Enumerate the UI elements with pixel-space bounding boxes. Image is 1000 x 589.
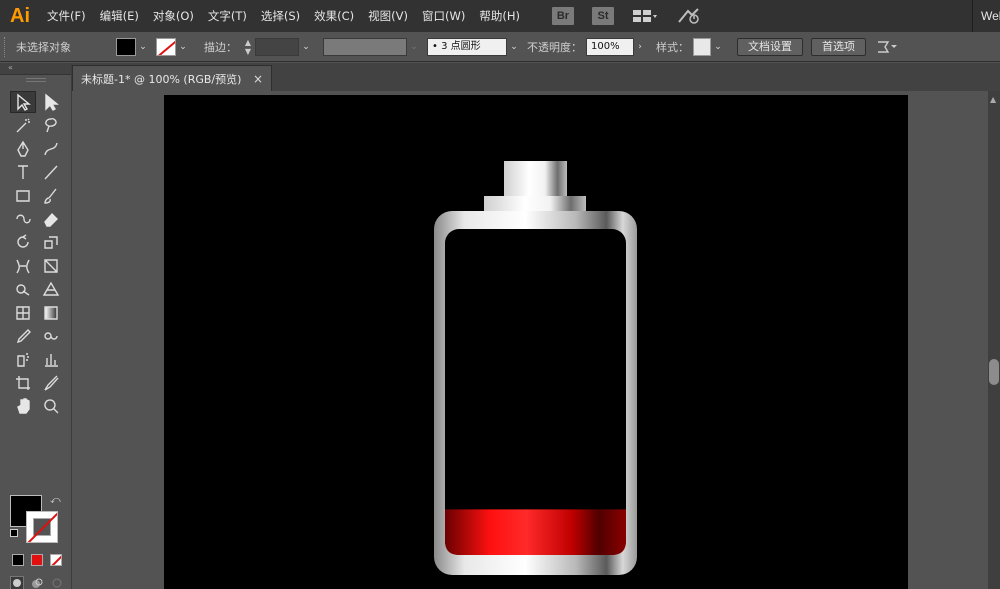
stroke-weight-stepper[interactable]: ▲ ▼: [241, 38, 255, 56]
perspective-grid-tool[interactable]: [38, 278, 64, 300]
gpu-performance-icon[interactable]: [676, 7, 702, 25]
battery-charge-level[interactable]: [445, 509, 626, 555]
draw-normal-icon[interactable]: [10, 576, 24, 589]
preferences-button[interactable]: 首选项: [811, 37, 866, 56]
menu-item-4[interactable]: 选择(S): [254, 0, 307, 32]
paintbrush-tool[interactable]: [38, 185, 64, 207]
rectangle-tool[interactable]: [10, 185, 36, 207]
default-colors-icon[interactable]: [10, 529, 18, 537]
tools-panel: « ⤺: [0, 63, 72, 589]
stock-button[interactable]: St: [591, 7, 614, 25]
zoom-tool[interactable]: [38, 395, 64, 417]
symbol-sprayer-tool[interactable]: [10, 348, 36, 370]
chevron-down-icon[interactable]: ⌄: [507, 38, 521, 56]
canvas-area[interactable]: [72, 91, 988, 589]
blend-tool[interactable]: [38, 325, 64, 347]
vertical-scrollbar[interactable]: ▲: [988, 91, 1000, 589]
scrollbar-thumb[interactable]: [989, 359, 999, 385]
free-transform-tool[interactable]: [38, 255, 64, 277]
color-mode-button[interactable]: [12, 554, 24, 566]
tab-document[interactable]: 未标题-1* @ 100% (RGB/预览) ×: [72, 65, 272, 91]
chevron-right-icon[interactable]: ›: [634, 38, 646, 56]
menu-item-7[interactable]: 窗口(W): [415, 0, 472, 32]
battery-interior[interactable]: [445, 229, 626, 555]
lasso-tool[interactable]: [38, 114, 64, 136]
chevron-down-icon[interactable]: ⌄: [299, 38, 313, 56]
line-segment-tool[interactable]: [38, 161, 64, 183]
stroke-swatch[interactable]: [156, 37, 176, 56]
swap-fill-stroke-icon[interactable]: ⤺: [50, 495, 61, 506]
slice-tool[interactable]: [38, 372, 64, 394]
eyedropper-tool[interactable]: [10, 325, 36, 347]
pen-tool[interactable]: [10, 138, 36, 160]
gradient-mode-button[interactable]: [31, 554, 43, 566]
app-logo: Ai: [10, 4, 30, 27]
curvature-tool[interactable]: [38, 138, 64, 160]
panel-grip[interactable]: [4, 36, 10, 57]
tools-panel-header[interactable]: «: [0, 63, 71, 75]
battery-terminal-top[interactable]: [504, 161, 567, 197]
draw-inside-icon[interactable]: [50, 576, 64, 589]
menu-bar: Ai 文件(F) 编辑(E) 对象(O) 文字(T) 选择(S) 效果(C) 视图(V) 窗口…: [0, 0, 1000, 32]
artboard-tool[interactable]: [10, 372, 36, 394]
width-tool[interactable]: [10, 255, 36, 277]
menu-item-3[interactable]: 文字(T): [201, 0, 254, 32]
arrange-documents-icon[interactable]: [632, 8, 658, 24]
control-bar: 未选择对象 ⌄ ⌄ 描边： ▲ ▼ ⌄ ⌄ • 3 点圆形 ⌄ 不透明度： 100…: [0, 32, 1000, 62]
menu-item-5[interactable]: 效果(C): [307, 0, 361, 32]
chevron-down-icon[interactable]: ⌄: [407, 38, 421, 56]
opacity-label: 不透明度：: [527, 40, 582, 54]
workspace-switcher[interactable]: Web: [972, 0, 1000, 32]
variable-width-profile[interactable]: [323, 37, 407, 56]
mesh-tool[interactable]: [10, 302, 36, 324]
panel-grip[interactable]: [26, 78, 46, 82]
collapse-icon[interactable]: «: [8, 63, 13, 72]
bridge-button[interactable]: Br: [551, 7, 574, 25]
none-mode-button[interactable]: [50, 554, 62, 566]
tab-title: 未标题-1* @ 100% (RGB/预览): [81, 72, 242, 86]
type-tool[interactable]: [10, 161, 36, 183]
menu-item-2[interactable]: 对象(O): [146, 0, 201, 32]
direct-selection-tool[interactable]: [38, 91, 64, 113]
style-label: 样式：: [656, 40, 689, 54]
scale-tool[interactable]: [38, 231, 64, 253]
opacity-field[interactable]: 100%: [586, 37, 634, 56]
menu-item-0[interactable]: 文件(F): [40, 0, 93, 32]
shape-builder-tool[interactable]: [10, 278, 36, 300]
eraser-tool[interactable]: [38, 208, 64, 230]
stroke-color-box[interactable]: [26, 511, 58, 543]
fill-swatch[interactable]: [116, 37, 136, 56]
column-graph-tool[interactable]: [38, 348, 64, 370]
hand-tool[interactable]: [10, 395, 36, 417]
battery-terminal-base[interactable]: [484, 196, 586, 212]
stroke-label: 描边：: [204, 40, 237, 54]
chevron-down-icon[interactable]: ⌄: [711, 38, 725, 56]
chevron-down-icon[interactable]: ⌄: [176, 38, 190, 56]
close-icon[interactable]: ×: [253, 72, 263, 86]
artboard[interactable]: [164, 95, 908, 589]
brush-definition[interactable]: • 3 点圆形: [427, 37, 507, 56]
battery-artwork[interactable]: [164, 95, 908, 589]
graphic-style-swatch[interactable]: [693, 37, 711, 56]
document-setup-button[interactable]: 文档设置: [737, 37, 803, 56]
menu-item-6[interactable]: 视图(V): [361, 0, 415, 32]
draw-behind-icon[interactable]: [30, 576, 44, 589]
selection-tool[interactable]: [10, 91, 36, 113]
chevron-down-icon[interactable]: ⌄: [136, 38, 150, 56]
panel-menu-icon[interactable]: [876, 39, 898, 55]
scroll-up-icon[interactable]: ▲: [990, 95, 996, 104]
selection-status: 未选择对象: [16, 40, 71, 54]
rotate-tool[interactable]: [10, 231, 36, 253]
shaper-tool[interactable]: [10, 208, 36, 230]
gradient-tool[interactable]: [38, 302, 64, 324]
menu-item-1[interactable]: 编辑(E): [93, 0, 146, 32]
document-tab-bar: 未标题-1* @ 100% (RGB/预览) ×: [72, 63, 1000, 91]
magic-wand-tool[interactable]: [10, 114, 36, 136]
stroke-weight-field[interactable]: [255, 37, 299, 56]
menu-item-8[interactable]: 帮助(H): [472, 0, 527, 32]
